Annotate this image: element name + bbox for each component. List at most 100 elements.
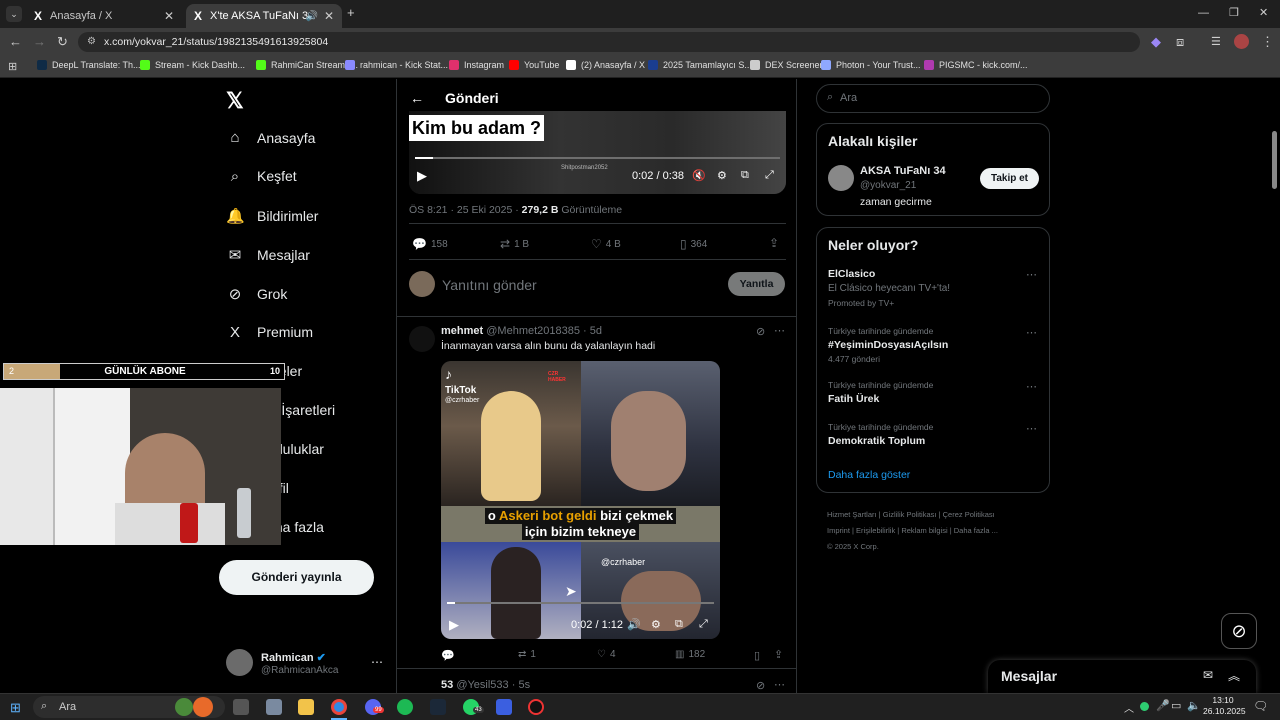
sidebar-item-5[interactable]: X Premium bbox=[226, 324, 313, 341]
page-scrollbar[interactable] bbox=[1272, 131, 1277, 189]
expand-icon[interactable]: ︽ bbox=[1228, 667, 1240, 684]
trend-item[interactable]: Türkiye tarihinde gündemde Demokratik Top… bbox=[817, 422, 1049, 466]
tray-status-icon[interactable] bbox=[1140, 702, 1149, 711]
bookmark-item[interactable]: DEX Screener bbox=[750, 60, 823, 70]
sidebar-item-1[interactable]: ⌕ Keşfet bbox=[226, 168, 297, 185]
close-icon[interactable]: ✕ bbox=[324, 9, 334, 23]
bookmark-item[interactable]: Photon - Your Trust... bbox=[821, 60, 921, 70]
apps-icon[interactable]: ⊞ bbox=[8, 60, 17, 74]
trend-item[interactable]: ElClasico El Clásico heyecanı TV+'ta! Prom… bbox=[817, 268, 1049, 312]
bookmark-item[interactable]: 2025 Tamamlayıcı S... bbox=[648, 60, 752, 70]
avatar[interactable] bbox=[828, 165, 854, 191]
reply-video[interactable]: ♪ TikTok @czrhaber CZR HABER o Askeri bo… bbox=[441, 361, 720, 639]
progress-track[interactable] bbox=[447, 602, 714, 604]
trend-item[interactable]: Türkiye tarihinde gündemde #YeşiminDosyas… bbox=[817, 326, 1049, 370]
fullscreen-icon[interactable]: ⤢ bbox=[765, 169, 774, 182]
play-icon[interactable]: ▶ bbox=[417, 168, 427, 184]
bookmark-item[interactable]: RahmiCan Stream -... bbox=[256, 60, 358, 70]
app-icon[interactable] bbox=[496, 699, 512, 715]
bookmark-item[interactable]: YouTube bbox=[509, 60, 559, 70]
follow-button[interactable]: Takip et bbox=[980, 168, 1039, 189]
reply-author[interactable]: mehmet bbox=[441, 325, 483, 337]
footer-link[interactable]: Erişilebilirlik bbox=[856, 526, 895, 535]
related-name[interactable]: AKSA TuFaNı 34 bbox=[860, 165, 946, 177]
reply-action[interactable]: 💬 bbox=[441, 649, 455, 662]
obs-icon[interactable] bbox=[528, 699, 544, 715]
new-tab-icon[interactable]: + bbox=[347, 6, 355, 20]
back-icon[interactable]: ← bbox=[9, 35, 22, 49]
fullscreen-icon[interactable]: ⤢ bbox=[699, 618, 708, 631]
settings-icon[interactable]: ⚙ bbox=[651, 618, 661, 631]
grok-floating-button[interactable]: ⊘ bbox=[1221, 613, 1257, 649]
reload-icon[interactable]: ↻ bbox=[57, 35, 68, 49]
footer-link[interactable]: Imprint bbox=[827, 526, 850, 535]
new-message-icon[interactable]: ✉ bbox=[1203, 668, 1213, 682]
play-icon[interactable]: ▶ bbox=[449, 617, 459, 633]
more-icon[interactable]: ⋯ bbox=[1026, 268, 1037, 281]
messages-drawer[interactable]: Mesajlar ✉ ︽ bbox=[988, 660, 1256, 693]
tab-search-icon[interactable]: ⌄ bbox=[6, 6, 22, 22]
steam-icon[interactable] bbox=[430, 699, 446, 715]
footer-link[interactable]: Gizlilik Politikası bbox=[883, 510, 937, 519]
windows-start-icon[interactable]: ⊞ bbox=[10, 700, 21, 716]
share-icon[interactable]: ⇪ bbox=[769, 236, 779, 250]
site-info-icon[interactable]: ⚙ bbox=[87, 32, 96, 52]
reply-action[interactable]: 💬 158 bbox=[412, 237, 448, 251]
reply-input[interactable]: Yanıtını gönder bbox=[442, 277, 537, 293]
extension-icon[interactable]: ◆ bbox=[1151, 35, 1161, 49]
bookmark-item[interactable]: (2) Anasayfa / X bbox=[566, 60, 645, 70]
bookmark-item[interactable]: Stream - Kick Dashb... bbox=[140, 60, 245, 70]
footer-link[interactable]: Çerez Politikası bbox=[943, 510, 995, 519]
tab-post[interactable]: X X'te AKSA TuFaNı 34: "#SOF 🔊 ✕ bbox=[186, 4, 342, 28]
media-icon[interactable]: ☰ bbox=[1211, 35, 1221, 49]
restore-icon[interactable]: ❐ bbox=[1229, 6, 1239, 20]
grok-icon[interactable]: ⊘ bbox=[756, 325, 765, 338]
pip-icon[interactable]: ⧉ bbox=[741, 169, 749, 182]
bookmark-item[interactable]: DeepL Translate: Th... bbox=[37, 60, 141, 70]
puzzle-icon[interactable]: ⧈ bbox=[1176, 35, 1184, 49]
bookmark-item[interactable]: Instagram bbox=[449, 60, 504, 70]
views-action[interactable]: ▥ 182 bbox=[675, 649, 705, 660]
progress-track[interactable] bbox=[415, 157, 780, 159]
repost-action[interactable]: ⇄ 1 B bbox=[500, 237, 529, 251]
tab-home[interactable]: X Anasayfa / X ✕ bbox=[26, 4, 182, 28]
more-icon[interactable]: ⋯ bbox=[1026, 380, 1037, 393]
file-explorer-icon[interactable] bbox=[298, 699, 314, 715]
minimize-icon[interactable]: — bbox=[1198, 6, 1209, 20]
mute-icon[interactable]: 🔇 bbox=[692, 169, 706, 182]
sidebar-item-3[interactable]: ✉ Mesajlar bbox=[226, 246, 310, 264]
search-input[interactable]: ⌕ Ara bbox=[816, 84, 1050, 113]
network-icon[interactable]: ▭ bbox=[1171, 699, 1181, 712]
footer-link[interactable]: Hizmet Şartları bbox=[827, 510, 877, 519]
trend-item[interactable]: Türkiye tarihinde gündemde Fatih Ürek ⋯ bbox=[817, 380, 1049, 424]
repost-action[interactable]: ⇄ 1 bbox=[518, 649, 536, 660]
sidebar-item-4[interactable]: ⊘ Grok bbox=[226, 285, 288, 303]
pip-icon[interactable]: ⧉ bbox=[675, 618, 683, 631]
window-close-icon[interactable]: ✕ bbox=[1259, 6, 1268, 20]
bookmark-action[interactable]: ▯ 364 bbox=[680, 237, 707, 251]
tray-chevron-icon[interactable]: ︿ bbox=[1124, 700, 1134, 715]
speaker-icon[interactable]: 🔊 bbox=[306, 11, 318, 22]
sidebar-item-2[interactable]: 🔔 Bildirimler bbox=[226, 207, 318, 225]
more-icon[interactable]: ⋯ bbox=[774, 324, 785, 337]
more-icon[interactable]: ⋯ bbox=[774, 678, 785, 691]
task-view-icon[interactable] bbox=[233, 699, 249, 715]
volume-icon[interactable]: 🔊 bbox=[627, 618, 641, 631]
notifications-icon[interactable]: 🗨 bbox=[1253, 699, 1268, 713]
grok-icon[interactable]: ⊘ bbox=[756, 679, 765, 692]
more-icon[interactable]: ⋯ bbox=[1026, 422, 1037, 435]
more-icon[interactable]: ⋯ bbox=[1026, 326, 1037, 339]
settings-icon[interactable]: ⚙ bbox=[717, 169, 727, 182]
bookmark-icon[interactable]: ▯ bbox=[754, 649, 760, 662]
show-more-link[interactable]: Daha fazla göster bbox=[828, 469, 910, 481]
forward-icon[interactable]: → bbox=[33, 35, 46, 49]
account-switcher[interactable]: Rahmican ✔ @RahmicanAkca ⋯ bbox=[226, 649, 386, 679]
like-action[interactable]: ♡ 4 bbox=[597, 649, 616, 660]
back-arrow-icon[interactable]: ← bbox=[410, 90, 424, 106]
like-action[interactable]: ♡ 4 B bbox=[591, 237, 621, 251]
more-icon[interactable]: ⋯ bbox=[371, 655, 383, 669]
sidebar-item-0[interactable]: ⌂ Anasayfa bbox=[226, 129, 315, 146]
profile-avatar[interactable] bbox=[1234, 34, 1249, 49]
spotify-icon[interactable] bbox=[397, 699, 413, 715]
menu-icon[interactable]: ⋮ bbox=[1261, 35, 1274, 49]
